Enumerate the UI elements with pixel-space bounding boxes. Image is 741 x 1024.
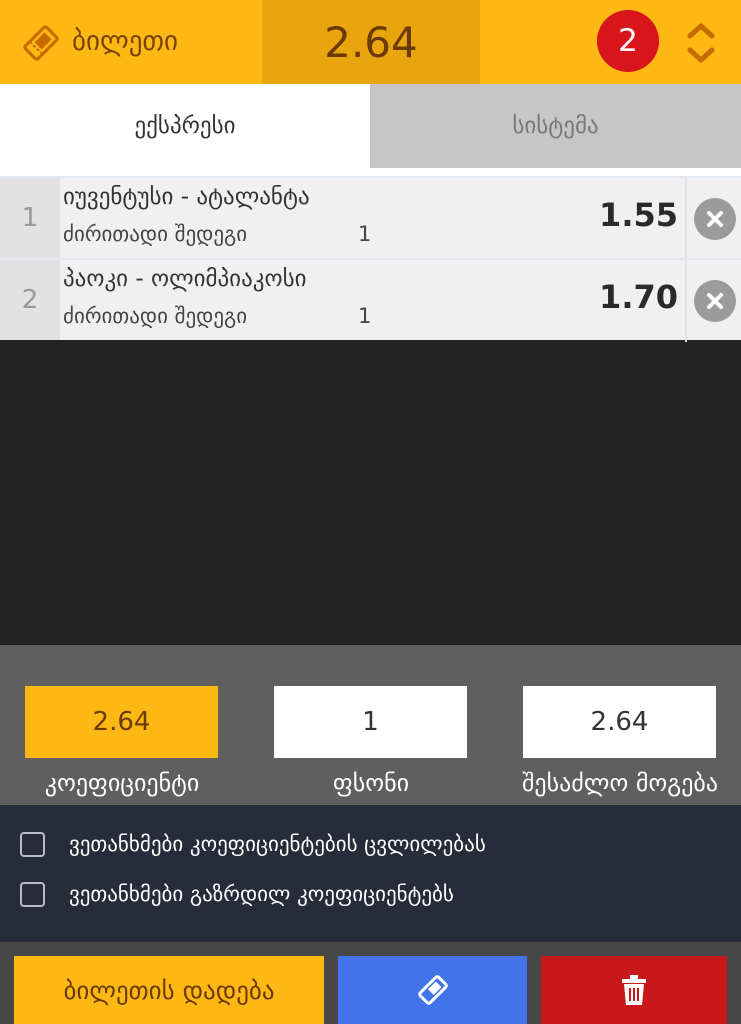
- selection-index: 1: [0, 178, 60, 258]
- selection-row: 1 იუვენტუსი - ატალანტა ძირითადი შედეგი 1…: [0, 176, 741, 260]
- selection-index: 2: [0, 260, 60, 340]
- place-bet-button[interactable]: ბილეთის დადება: [14, 956, 324, 1024]
- selections-list: 1 იუვენტუსი - ატალანტა ძირითადი შედეგი 1…: [0, 168, 741, 342]
- ticket-title-area: ბილეთი: [0, 0, 262, 84]
- possible-win-label: შესაძლო მოგება: [521, 769, 719, 797]
- selection-market: ძირითადი შედეგი: [63, 222, 248, 246]
- selection-match: პაოკი - ოლიმპიაკოსი: [63, 266, 307, 292]
- close-icon: [707, 211, 723, 227]
- selection-odd: 1.55: [599, 196, 678, 234]
- close-icon: [707, 293, 723, 309]
- selection-count-badge: 2: [597, 10, 659, 72]
- bet-options: ვეთანხმები კოეფიციენტების ცვლილებას ვეთა…: [0, 805, 741, 942]
- trash-icon: [622, 975, 646, 1005]
- tab-express[interactable]: ექსპრესი: [0, 84, 370, 168]
- stake-input[interactable]: 1: [274, 686, 467, 758]
- ticket-title: ბილეთი: [72, 26, 178, 57]
- selection-row: 2 პაოკი - ოლიმპიაკოსი ძირითადი შედეგი 1 …: [0, 258, 741, 342]
- expand-collapse-icon[interactable]: [684, 18, 718, 68]
- accept-odds-change-option[interactable]: ვეთანხმები კოეფიციენტების ცვლილებას: [20, 829, 486, 859]
- selection-outcome: 1: [358, 304, 372, 328]
- tab-system[interactable]: სისტემა: [370, 84, 741, 168]
- bet-type-tabs: ექსპრესი სისტემა: [0, 84, 741, 168]
- total-odds: 2.64: [262, 0, 480, 84]
- row-divider: [685, 260, 687, 342]
- selection-match: იუვენტუსი - ატალანტა: [63, 184, 310, 210]
- accept-increased-odds-checkbox[interactable]: [20, 881, 45, 907]
- ticket-icon: [417, 975, 448, 1005]
- row-divider: [685, 178, 687, 260]
- ticket-icon: [23, 25, 59, 61]
- option-label: ვეთანხმები გაზრდილ კოეფიციენტებს: [69, 882, 454, 906]
- remove-selection-button[interactable]: [694, 198, 736, 240]
- bet-summary: 2.64 1 2.64 კოეფიციენტი ფსონი შესაძლო მო…: [0, 645, 741, 805]
- remove-selection-button[interactable]: [694, 280, 736, 322]
- stake-label: ფსონი: [332, 769, 410, 797]
- possible-win-value: 2.64: [523, 686, 716, 758]
- betslip-actions: ბილეთის დადება: [0, 942, 741, 1024]
- selection-market: ძირითადი შედეგი: [63, 304, 248, 328]
- selection-outcome: 1: [358, 222, 372, 246]
- clear-betslip-button[interactable]: [541, 956, 727, 1024]
- coefficient-value: 2.64: [25, 686, 218, 758]
- save-ticket-button[interactable]: [338, 956, 527, 1024]
- selection-odd: 1.70: [599, 278, 678, 316]
- accept-increased-odds-option[interactable]: ვეთანხმები გაზრდილ კოეფიციენტებს: [20, 879, 454, 909]
- option-label: ვეთანხმები კოეფიციენტების ცვლილებას: [69, 832, 486, 856]
- coefficient-label: კოეფიციენტი: [44, 769, 200, 797]
- betslip-header[interactable]: ბილეთი 2.64 2: [0, 0, 741, 84]
- accept-odds-change-checkbox[interactable]: [20, 831, 45, 857]
